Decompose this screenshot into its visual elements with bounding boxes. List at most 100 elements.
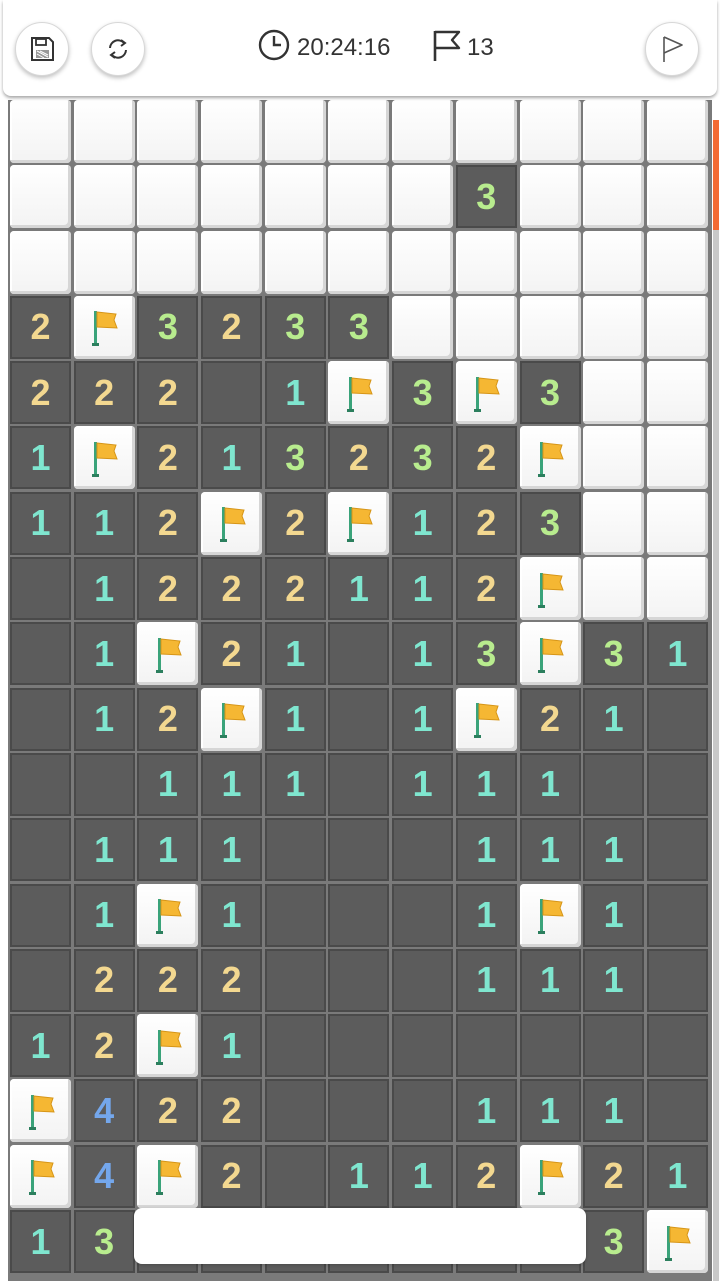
closed-tile[interactable] bbox=[201, 100, 263, 163]
open-empty-tile[interactable] bbox=[583, 752, 645, 816]
flagged-tile[interactable] bbox=[328, 361, 390, 425]
open-empty-tile[interactable] bbox=[328, 948, 390, 1012]
number-tile[interactable]: 1 bbox=[583, 1079, 645, 1143]
number-tile[interactable]: 1 bbox=[392, 491, 454, 555]
open-empty-tile[interactable] bbox=[201, 361, 263, 425]
closed-tile[interactable] bbox=[10, 165, 71, 229]
flagged-tile[interactable] bbox=[519, 883, 581, 947]
number-tile[interactable]: 1 bbox=[10, 1210, 71, 1274]
number-tile[interactable]: 1 bbox=[201, 818, 263, 882]
open-empty-tile[interactable] bbox=[328, 818, 390, 882]
closed-tile[interactable] bbox=[583, 557, 645, 621]
open-empty-tile[interactable] bbox=[328, 1079, 390, 1143]
open-empty-tile[interactable] bbox=[10, 948, 71, 1012]
open-empty-tile[interactable] bbox=[10, 883, 71, 947]
number-tile[interactable]: 3 bbox=[583, 1210, 645, 1274]
number-tile[interactable]: 2 bbox=[73, 948, 135, 1012]
number-tile[interactable]: 2 bbox=[455, 557, 517, 621]
open-empty-tile[interactable] bbox=[10, 818, 71, 882]
number-tile[interactable]: 2 bbox=[201, 1079, 263, 1143]
open-empty-tile[interactable] bbox=[73, 752, 135, 816]
number-tile[interactable]: 3 bbox=[328, 295, 390, 359]
flagged-tile[interactable] bbox=[455, 361, 517, 425]
flagged-tile[interactable] bbox=[73, 426, 135, 490]
open-empty-tile[interactable] bbox=[392, 818, 454, 882]
flagged-tile[interactable] bbox=[201, 491, 263, 555]
number-tile[interactable]: 3 bbox=[264, 295, 326, 359]
open-empty-tile[interactable] bbox=[646, 1014, 708, 1078]
closed-tile[interactable] bbox=[455, 100, 517, 163]
number-tile[interactable]: 2 bbox=[10, 361, 71, 425]
number-tile[interactable]: 1 bbox=[10, 426, 71, 490]
number-tile[interactable]: 1 bbox=[583, 883, 645, 947]
closed-tile[interactable] bbox=[328, 230, 390, 294]
flagged-tile[interactable] bbox=[519, 557, 581, 621]
flagged-tile[interactable] bbox=[519, 426, 581, 490]
number-tile[interactable]: 2 bbox=[137, 948, 199, 1012]
closed-tile[interactable] bbox=[583, 491, 645, 555]
number-tile[interactable]: 1 bbox=[73, 883, 135, 947]
number-tile[interactable]: 3 bbox=[583, 622, 645, 686]
open-empty-tile[interactable] bbox=[10, 687, 71, 751]
closed-tile[interactable] bbox=[264, 165, 326, 229]
number-tile[interactable]: 1 bbox=[455, 883, 517, 947]
open-empty-tile[interactable] bbox=[264, 948, 326, 1012]
open-empty-tile[interactable] bbox=[10, 752, 71, 816]
closed-tile[interactable] bbox=[519, 295, 581, 359]
open-empty-tile[interactable] bbox=[392, 1014, 454, 1078]
closed-tile[interactable] bbox=[137, 165, 199, 229]
number-tile[interactable]: 3 bbox=[392, 361, 454, 425]
open-empty-tile[interactable] bbox=[264, 1079, 326, 1143]
number-tile[interactable]: 1 bbox=[455, 752, 517, 816]
open-empty-tile[interactable] bbox=[519, 1014, 581, 1078]
number-tile[interactable]: 1 bbox=[137, 818, 199, 882]
number-tile[interactable]: 1 bbox=[519, 948, 581, 1012]
closed-tile[interactable] bbox=[455, 295, 517, 359]
closed-tile[interactable] bbox=[201, 165, 263, 229]
closed-tile[interactable] bbox=[392, 295, 454, 359]
scrollbar-track[interactable] bbox=[713, 230, 719, 1281]
closed-tile[interactable] bbox=[583, 165, 645, 229]
closed-tile[interactable] bbox=[646, 426, 708, 490]
number-tile[interactable]: 1 bbox=[392, 557, 454, 621]
number-tile[interactable]: 1 bbox=[455, 1079, 517, 1143]
closed-tile[interactable] bbox=[646, 100, 708, 163]
closed-tile[interactable] bbox=[519, 165, 581, 229]
flagged-tile[interactable] bbox=[201, 687, 263, 751]
number-tile[interactable]: 1 bbox=[392, 752, 454, 816]
closed-tile[interactable] bbox=[73, 165, 135, 229]
number-tile[interactable]: 2 bbox=[137, 1079, 199, 1143]
number-tile[interactable]: 3 bbox=[519, 491, 581, 555]
scrollbar-thumb[interactable] bbox=[713, 120, 719, 230]
open-empty-tile[interactable] bbox=[646, 1079, 708, 1143]
number-tile[interactable]: 1 bbox=[455, 948, 517, 1012]
number-tile[interactable]: 3 bbox=[455, 622, 517, 686]
number-tile[interactable]: 2 bbox=[137, 361, 199, 425]
closed-tile[interactable] bbox=[519, 100, 581, 163]
number-tile[interactable]: 1 bbox=[10, 1014, 71, 1078]
open-empty-tile[interactable] bbox=[392, 948, 454, 1012]
number-tile[interactable]: 1 bbox=[201, 752, 263, 816]
open-empty-tile[interactable] bbox=[646, 687, 708, 751]
flagged-tile[interactable] bbox=[73, 295, 135, 359]
number-tile[interactable]: 2 bbox=[10, 295, 71, 359]
open-empty-tile[interactable] bbox=[646, 948, 708, 1012]
open-empty-tile[interactable] bbox=[455, 1014, 517, 1078]
open-empty-tile[interactable] bbox=[10, 557, 71, 621]
flagged-tile[interactable] bbox=[137, 883, 199, 947]
closed-tile[interactable] bbox=[646, 557, 708, 621]
number-tile[interactable]: 2 bbox=[137, 491, 199, 555]
closed-tile[interactable] bbox=[646, 230, 708, 294]
open-empty-tile[interactable] bbox=[264, 1014, 326, 1078]
number-tile[interactable]: 2 bbox=[328, 426, 390, 490]
number-tile[interactable]: 3 bbox=[137, 295, 199, 359]
number-tile[interactable]: 1 bbox=[201, 883, 263, 947]
number-tile[interactable]: 1 bbox=[264, 622, 326, 686]
closed-tile[interactable] bbox=[10, 100, 71, 163]
closed-tile[interactable] bbox=[73, 100, 135, 163]
flagged-tile[interactable] bbox=[519, 1144, 581, 1208]
closed-tile[interactable] bbox=[583, 230, 645, 294]
number-tile[interactable]: 1 bbox=[646, 1144, 708, 1208]
open-empty-tile[interactable] bbox=[264, 1144, 326, 1208]
number-tile[interactable]: 2 bbox=[201, 557, 263, 621]
